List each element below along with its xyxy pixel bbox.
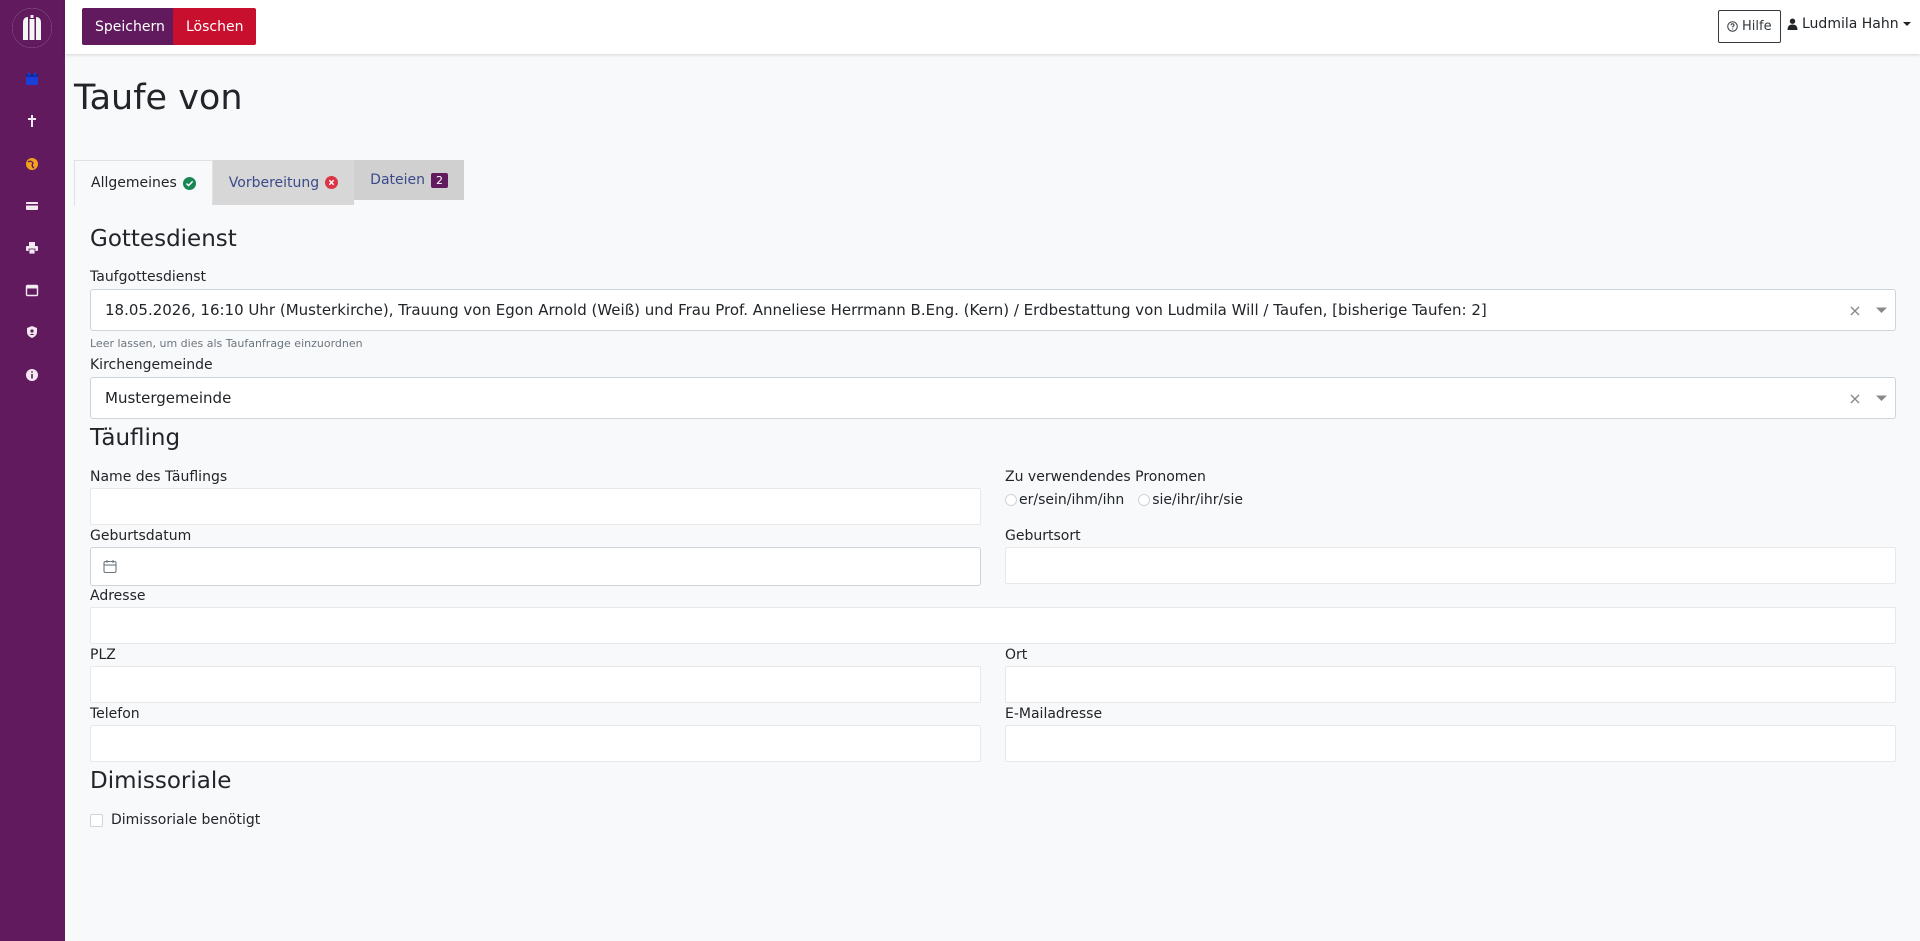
- email-label: E-Mailadresse: [1005, 706, 1103, 722]
- parish-select-value: Mustergemeinde: [105, 389, 232, 407]
- section-gottesdienst-heading: Gottesdienst: [90, 226, 237, 252]
- help-button[interactable]: Hilfe: [1718, 10, 1781, 43]
- service-label: Taufgottesdienst: [90, 269, 206, 285]
- pronoun-option-male[interactable]: er/sein/ihm/ihn: [1005, 492, 1124, 508]
- service-select-value: 18.05.2026, 16:10 Uhr (Musterkirche), Tr…: [105, 301, 1487, 319]
- parish-dropdown-icon[interactable]: [1867, 395, 1895, 402]
- child-name-input[interactable]: [90, 488, 981, 525]
- zip-label: PLZ: [90, 647, 116, 663]
- tab-preparation-label: Vorbereitung: [228, 174, 320, 191]
- phone-label: Telefon: [90, 706, 140, 722]
- check-circle-icon: [182, 176, 196, 190]
- delete-button[interactable]: Löschen: [173, 8, 257, 45]
- dimissoriale-checkbox[interactable]: [90, 813, 103, 827]
- church-logo[interactable]: [12, 8, 52, 48]
- birthdate-input[interactable]: [90, 547, 981, 586]
- pronoun-option-label: er/sein/ihm/ihn: [1019, 492, 1125, 508]
- dimissoriale-checkbox-row: Dimissoriale benötigt: [90, 812, 260, 828]
- card-icon[interactable]: [22, 196, 42, 216]
- clear-parish-icon[interactable]: ×: [1843, 389, 1867, 408]
- phone-input[interactable]: [90, 725, 981, 762]
- save-button[interactable]: Speichern: [82, 8, 178, 45]
- info-icon[interactable]: [22, 365, 42, 385]
- globe-icon[interactable]: [22, 154, 42, 174]
- cross-icon[interactable]: [22, 111, 42, 131]
- pronoun-radio-group: er/sein/ihm/ihn sie/ihr/ihr/sie: [1005, 492, 1243, 508]
- tab-files-label: Dateien: [370, 172, 426, 188]
- email-input[interactable]: [1005, 725, 1896, 762]
- tab-general[interactable]: Allgemeines: [74, 160, 213, 206]
- city-input[interactable]: [1005, 666, 1896, 703]
- service-dropdown-icon[interactable]: [1867, 307, 1895, 314]
- calendar-icon[interactable]: [22, 69, 42, 89]
- church-logo-icon: [12, 8, 52, 48]
- user-name: Ludmila Hahn: [1802, 16, 1899, 32]
- caret-down-icon: [1902, 22, 1911, 26]
- top-toolbar: Speichern Löschen Hilfe Ludmila Hahn: [65, 0, 1920, 54]
- page-title: Taufe von: [74, 78, 243, 118]
- section-dimissoriale-heading: Dimissoriale: [90, 768, 232, 794]
- service-select[interactable]: 18.05.2026, 16:10 Uhr (Musterkirche), Tr…: [90, 289, 1896, 331]
- city-label: Ort: [1005, 647, 1028, 663]
- pronoun-label: Zu verwendendes Pronomen: [1005, 469, 1206, 485]
- printer-icon[interactable]: [22, 238, 42, 258]
- help-label: Hilfe: [1742, 19, 1772, 34]
- section-taeufling-heading: Täufling: [90, 425, 181, 451]
- tab-files[interactable]: Dateien 2: [354, 160, 465, 200]
- error-circle-icon: [325, 176, 339, 189]
- tab-preparation[interactable]: Vorbereitung: [212, 160, 355, 205]
- radio-button[interactable]: [1005, 494, 1017, 506]
- calendar-picker-icon[interactable]: [103, 559, 117, 574]
- birthdate-label: Geburtsdatum: [90, 528, 192, 544]
- tab-general-label: Allgemeines: [91, 175, 177, 191]
- dimissoriale-checkbox-label[interactable]: Dimissoriale benötigt: [111, 812, 260, 828]
- files-count-badge: 2: [431, 172, 449, 188]
- child-name-label: Name des Täuflings: [90, 469, 228, 485]
- sidebar: [0, 0, 65, 941]
- parish-label: Kirchengemeinde: [90, 357, 213, 373]
- pronoun-option-female[interactable]: sie/ihr/ihr/sie: [1138, 492, 1243, 508]
- clear-service-icon[interactable]: ×: [1843, 301, 1867, 320]
- user-menu[interactable]: Ludmila Hahn: [1787, 16, 1911, 32]
- user-shield-icon[interactable]: [22, 322, 42, 342]
- pronoun-option-label: sie/ihr/ihr/sie: [1152, 492, 1244, 508]
- user-icon: [1787, 18, 1798, 30]
- tab-bar: Allgemeines Vorbereitung Dateien 2: [74, 160, 465, 206]
- address-input[interactable]: [90, 607, 1896, 644]
- birthplace-input[interactable]: [1005, 547, 1896, 584]
- service-hint: Leer lassen, um dies als Taufanfrage ein…: [90, 337, 363, 350]
- zip-input[interactable]: [90, 666, 981, 703]
- address-label: Adresse: [90, 588, 146, 604]
- parish-select[interactable]: Mustergemeinde ×: [90, 377, 1896, 419]
- question-circle-icon: [1727, 21, 1738, 32]
- birthplace-label: Geburtsort: [1005, 528, 1081, 544]
- calendar-alt-icon[interactable]: [22, 280, 42, 300]
- radio-button[interactable]: [1138, 494, 1151, 506]
